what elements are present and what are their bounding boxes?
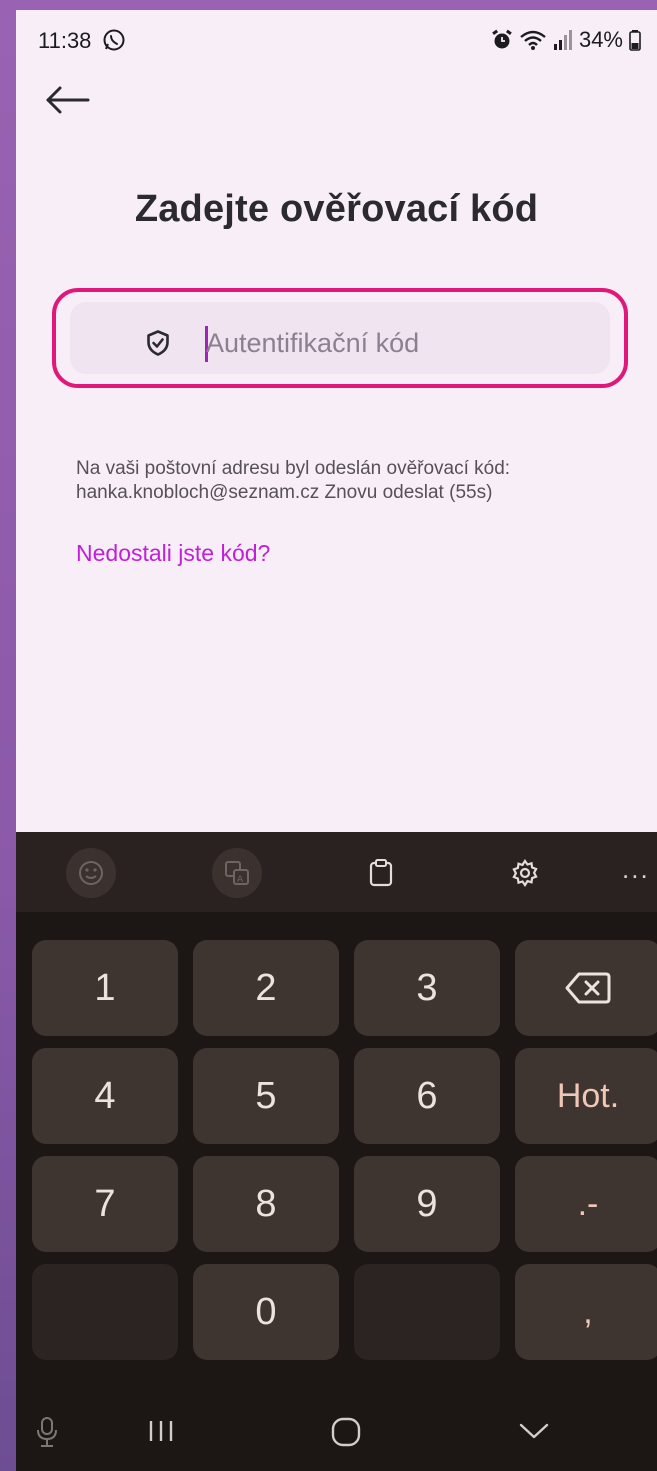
digit-key-7[interactable]: 7 bbox=[32, 1156, 178, 1252]
digit-key-5[interactable]: 5 bbox=[193, 1048, 339, 1144]
whatsapp-icon bbox=[102, 28, 126, 52]
backspace-icon bbox=[565, 972, 611, 1004]
emoji-icon[interactable] bbox=[66, 848, 116, 898]
punctuation-key[interactable]: .- bbox=[515, 1156, 657, 1252]
hide-keyboard-icon[interactable] bbox=[516, 1416, 552, 1451]
settings-icon[interactable] bbox=[500, 848, 550, 898]
home-icon[interactable] bbox=[330, 1416, 362, 1453]
info-text: Na vaši poštovní adresu byl odeslán ověř… bbox=[76, 458, 511, 479]
empty-key bbox=[32, 1264, 178, 1360]
comma-key[interactable]: , bbox=[515, 1264, 657, 1360]
info-email: hanka.knobloch@seznam.cz bbox=[76, 482, 320, 503]
digit-key-9[interactable]: 9 bbox=[354, 1156, 500, 1252]
device-frame-top bbox=[0, 0, 657, 10]
done-key[interactable]: Hot. bbox=[515, 1048, 657, 1144]
code-not-received-link[interactable]: Nedostali jste kód? bbox=[76, 540, 270, 567]
verification-code-field[interactable] bbox=[52, 288, 628, 388]
page-title: Zadejte ověřovací kód bbox=[134, 188, 539, 230]
status-bar: 11:38 34% bbox=[16, 10, 657, 70]
status-time: 11:38 bbox=[38, 28, 92, 53]
verification-code-input[interactable] bbox=[206, 320, 586, 366]
backspace-key[interactable] bbox=[515, 940, 657, 1036]
digit-key-8[interactable]: 8 bbox=[193, 1156, 339, 1252]
digit-key-2[interactable]: 2 bbox=[193, 940, 339, 1036]
numeric-keyboard: A ... 1 2 3 4 5 6 Hot. 7 8 9 .- 0, bbox=[16, 832, 657, 1471]
digit-key-1[interactable]: 1 bbox=[32, 940, 178, 1036]
shield-check-icon bbox=[146, 330, 170, 356]
info-message: Na vaši poštovní adresu byl odeslán ověř… bbox=[76, 457, 636, 505]
resend-link[interactable]: Znovu odeslat (55s) bbox=[324, 482, 492, 503]
battery-percent: 34% bbox=[578, 27, 623, 52]
battery-icon bbox=[629, 29, 641, 51]
more-icon[interactable]: ... bbox=[622, 854, 650, 885]
wifi-icon bbox=[519, 29, 547, 51]
device-frame-left bbox=[0, 0, 16, 1471]
translate-icon[interactable]: A bbox=[212, 848, 262, 898]
microphone-icon[interactable] bbox=[36, 1416, 58, 1453]
arrow-left-icon[interactable] bbox=[44, 82, 92, 118]
recent-apps-icon[interactable] bbox=[146, 1416, 176, 1451]
keyboard-toolbar: A ... bbox=[16, 832, 657, 912]
signal-icon bbox=[553, 29, 573, 51]
svg-text:A: A bbox=[237, 875, 244, 885]
navigation-bar bbox=[16, 1398, 657, 1471]
digit-key-3[interactable]: 3 bbox=[354, 940, 500, 1036]
empty-key bbox=[354, 1264, 500, 1360]
digit-key-6[interactable]: 6 bbox=[354, 1048, 500, 1144]
digit-key-4[interactable]: 4 bbox=[32, 1048, 178, 1144]
phone-screen: 11:38 34% Zadejte ověřovací kód Autentif… bbox=[16, 10, 657, 1471]
alarm-icon bbox=[491, 29, 513, 51]
clipboard-icon[interactable] bbox=[356, 848, 406, 898]
digit-key-0[interactable]: 0 bbox=[193, 1264, 339, 1360]
status-icons: 34% bbox=[491, 27, 641, 53]
